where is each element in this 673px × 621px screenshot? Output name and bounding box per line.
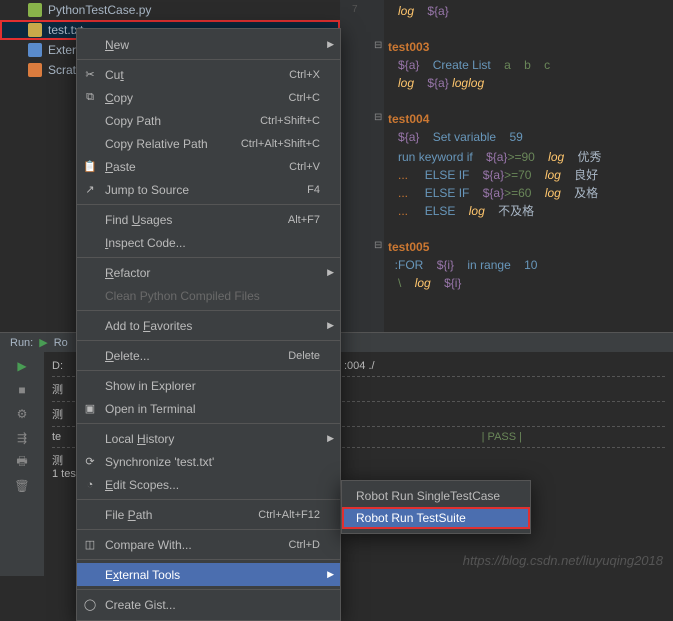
menu-item[interactable]: Copy Relative PathCtrl+Alt+Shift+C [77, 132, 340, 155]
watermark: https://blog.csdn.net/liuyuqing2018 [463, 553, 663, 568]
menu-icon: ◯ [83, 598, 97, 612]
menu-item[interactable]: ✂CutCtrl+X [77, 63, 340, 86]
menu-icon: ▣ [83, 402, 97, 416]
menu-item[interactable]: Add to Favorites▶ [77, 314, 340, 337]
menu-item[interactable]: ⟳Synchronize 'test.txt' [77, 450, 340, 473]
filter-icon[interactable]: ⇶ [12, 428, 32, 448]
menu-item[interactable]: 📋PasteCtrl+V [77, 155, 340, 178]
stop-button[interactable]: ■ [12, 380, 32, 400]
scratch-icon [28, 63, 42, 77]
fold-icon[interactable]: ⊟ [374, 240, 382, 251]
menu-item[interactable]: Copy PathCtrl+Shift+C [77, 109, 340, 132]
play-icon[interactable]: ▶ [39, 336, 47, 349]
python-icon [28, 3, 42, 17]
chevron-right-icon: ▶ [327, 320, 334, 331]
menu-item[interactable]: ▣Open in Terminal [77, 397, 340, 420]
run-label: Run: [10, 337, 33, 349]
chevron-right-icon: ▶ [327, 433, 334, 444]
menu-item[interactable]: Show in Explorer [77, 374, 340, 397]
menu-item[interactable]: ◫Compare With...Ctrl+D [77, 533, 340, 556]
menu-item[interactable]: Local History▶ [77, 427, 340, 450]
submenu-item[interactable]: Robot Run SingleTestCase [342, 485, 530, 507]
chevron-right-icon: ▶ [327, 39, 334, 50]
menu-icon: ✂ [83, 68, 97, 82]
fold-icon[interactable]: ⊟ [374, 112, 382, 123]
menu-item[interactable]: ⧉CopyCtrl+C [77, 86, 340, 109]
menu-item: Clean Python Compiled Files [77, 284, 340, 307]
run-sidebar: ▶ ■ ⚙ ⇶ 🖶 🗑 [0, 352, 44, 576]
print-icon[interactable]: 🖶 [12, 452, 32, 472]
menu-item[interactable]: ◔Edit Scopes... [77, 473, 340, 496]
menu-icon: ↗ [83, 183, 97, 197]
menu-icon: 📋 [83, 160, 97, 174]
menu-item[interactable]: Find UsagesAlt+F7 [77, 208, 340, 231]
submenu-item-hover[interactable]: Robot Run TestSuite [342, 507, 530, 529]
menu-icon: ⧉ [83, 91, 97, 105]
chevron-right-icon: ▶ [327, 267, 334, 278]
file-icon [28, 23, 42, 37]
trash-icon[interactable]: 🗑 [12, 476, 32, 496]
menu-item[interactable]: ◯Create Gist... [77, 593, 340, 616]
menu-item[interactable]: External Tools▶ [77, 563, 340, 586]
fold-icon[interactable]: ⊟ [374, 40, 382, 51]
chevron-right-icon: ▶ [327, 569, 334, 580]
tree-item[interactable]: PythonTestCase.py [0, 0, 340, 20]
menu-item[interactable]: Refactor▶ [77, 261, 340, 284]
editor[interactable]: 7 ⊟ ⊟ ⊟ log ${a}test003 ${a} Create List… [340, 0, 673, 332]
run-config[interactable]: Ro [54, 337, 68, 349]
menu-icon: ⟳ [83, 455, 97, 469]
gutter: 7 ⊟ ⊟ ⊟ [340, 0, 384, 332]
menu-icon: ◔ [83, 478, 97, 492]
submenu-external-tools: Robot Run SingleTestCase Robot Run TestS… [341, 480, 531, 534]
run-button[interactable]: ▶ [12, 356, 32, 376]
menu-item[interactable]: Inspect Code... [77, 231, 340, 254]
menu-item[interactable]: New▶ [77, 33, 340, 56]
library-icon [28, 43, 42, 57]
menu-item[interactable]: Delete...Delete [77, 344, 340, 367]
context-menu: New▶ ✂CutCtrl+X⧉CopyCtrl+CCopy PathCtrl+S… [76, 28, 341, 621]
settings-icon[interactable]: ⚙ [12, 404, 32, 424]
menu-icon: ◫ [83, 538, 97, 552]
menu-item[interactable]: File PathCtrl+Alt+F12 [77, 503, 340, 526]
menu-item[interactable]: ↗Jump to SourceF4 [77, 178, 340, 201]
